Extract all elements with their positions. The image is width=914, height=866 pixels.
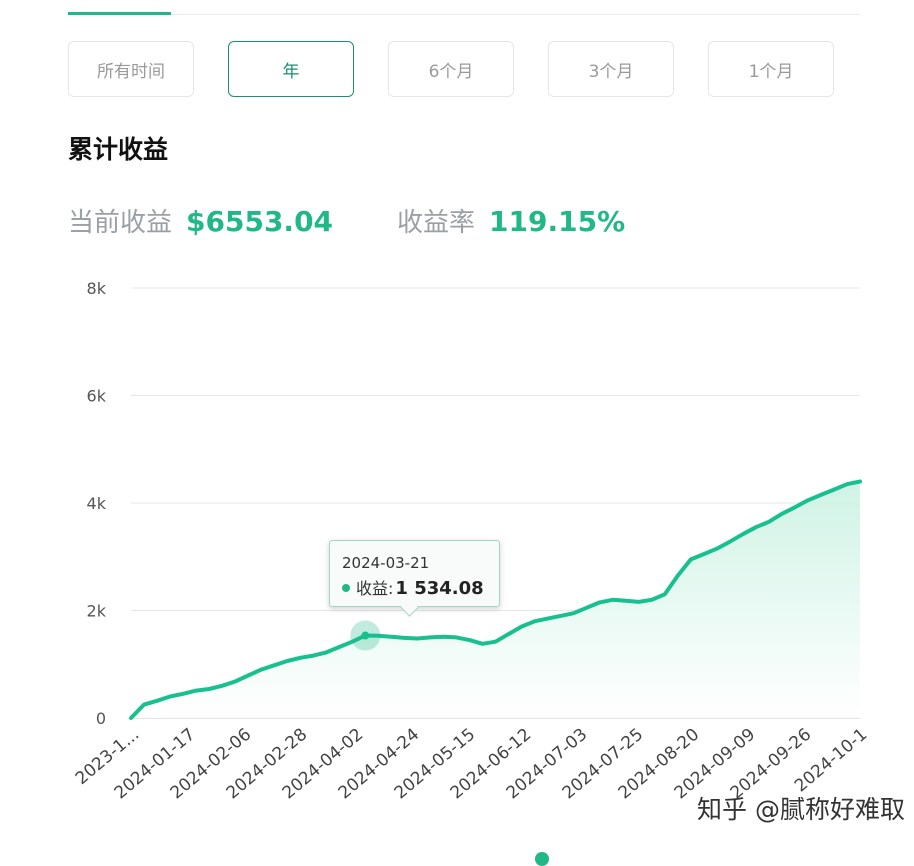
watermark: 知乎 @腻称好难取 <box>697 795 905 824</box>
range-button-3-months[interactable]: 3个月 <box>548 41 674 97</box>
y-tick-label: 6k <box>87 387 107 406</box>
tooltip-date: 2024-03-21 <box>342 554 430 572</box>
y-tick-label: 2k <box>87 602 107 621</box>
legend-marker[interactable] <box>535 852 549 866</box>
active-tab-indicator <box>68 12 171 15</box>
range-button-all-time[interactable]: 所有时间 <box>68 41 194 97</box>
section-title: 累计收益 <box>68 135 169 164</box>
current-profit-label: 当前收益 <box>68 208 173 238</box>
tooltip-row: 收益: 1 534.08 <box>342 575 484 599</box>
tooltip-value: 1 534.08 <box>395 578 484 599</box>
y-tick-label: 0 <box>96 709 106 728</box>
y-tick-label: 4k <box>87 494 107 513</box>
stats-row: 当前收益 $6553.04 收益率 119.15% <box>68 202 625 242</box>
current-profit-value: $6553.04 <box>186 205 334 238</box>
tooltip-label: 收益: <box>356 579 394 598</box>
y-tick-label: 8k <box>87 279 107 298</box>
highlight-point[interactable] <box>361 631 370 640</box>
tab-underline <box>68 12 860 15</box>
series-dot-icon <box>342 583 350 592</box>
range-button-1-month[interactable]: 1个月 <box>708 41 834 97</box>
range-button-year[interactable]: 年 <box>228 41 354 97</box>
return-rate-value: 119.15% <box>489 205 626 238</box>
return-rate-label: 收益率 <box>397 208 476 238</box>
chart-tooltip: 2024-03-21 收益: 1 534.08 <box>329 540 500 617</box>
time-range-selector: 所有时间 年 6个月 3个月 1个月 <box>68 41 860 99</box>
range-button-6-months[interactable]: 6个月 <box>388 41 514 97</box>
